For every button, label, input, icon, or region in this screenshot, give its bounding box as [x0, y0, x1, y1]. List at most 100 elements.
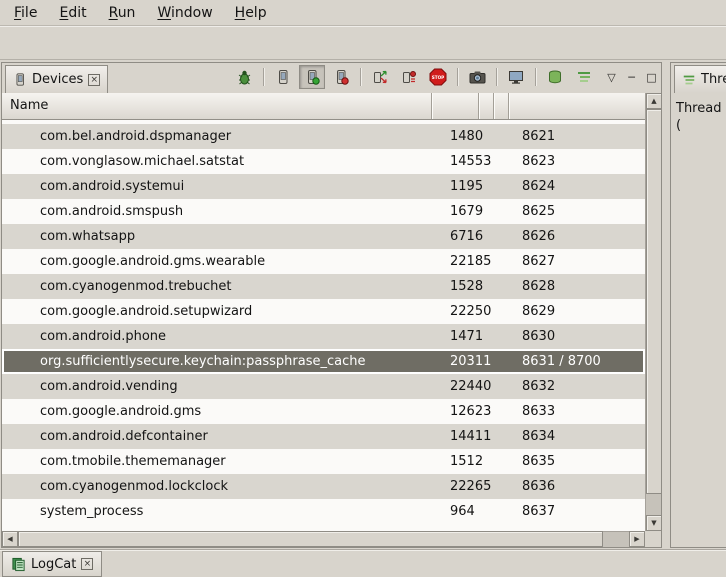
spacer-cell: [494, 124, 509, 149]
close-icon[interactable]: ×: [88, 74, 100, 86]
update-heap-icon[interactable]: [270, 65, 296, 89]
table-row[interactable]: com.android.defcontainer 14411 8634: [2, 424, 645, 449]
table-row[interactable]: com.google.android.gms.wearable 22185 86…: [2, 249, 645, 274]
table-row[interactable]: com.tmobile.thememanager 1512 8635: [2, 449, 645, 474]
horizontal-scrollbar-thumb[interactable]: [18, 531, 603, 547]
tab-devices[interactable]: Devices ×: [5, 65, 108, 93]
column-header-pid[interactable]: [432, 93, 479, 119]
threads-message-line1: Thread up: [676, 100, 726, 117]
scroll-left-icon[interactable]: ◀: [2, 531, 18, 547]
close-icon[interactable]: ×: [81, 558, 93, 570]
view-menu-icon[interactable]: ▽: [604, 71, 619, 84]
column-header[interactable]: [479, 93, 494, 119]
table-row[interactable]: com.google.android.setupwizard 22250 862…: [2, 299, 645, 324]
tab-threads[interactable]: Threa: [674, 65, 726, 93]
column-header-port[interactable]: [509, 93, 645, 119]
threads-icon: [682, 73, 696, 87]
process-name: com.vonglasow.michael.satstat: [2, 149, 432, 174]
dump-hprof-icon[interactable]: [299, 65, 325, 89]
process-name: com.android.vending: [2, 374, 432, 399]
menu-edit[interactable]: Edit: [49, 2, 96, 24]
maximize-icon[interactable]: □: [644, 71, 659, 84]
devices-tabbar: Devices × STOP ▽ ─ □: [2, 63, 661, 93]
process-pid: 14411: [432, 424, 494, 449]
process-pid: 12623: [432, 399, 494, 424]
column-header-name[interactable]: Name: [2, 93, 432, 119]
table-row[interactable]: com.vonglasow.michael.satstat 14553 8623: [2, 149, 645, 174]
view-controls: ▽ ─ □: [604, 71, 659, 84]
table-row[interactable]: com.cyanogenmod.lockclock 22265 8636: [2, 474, 645, 499]
table-row[interactable]: com.whatsapp 6716 8626: [2, 224, 645, 249]
threads-view: Threa Thread up (: [670, 62, 726, 548]
table-header: Name: [2, 93, 645, 120]
menu-file[interactable]: File: [4, 2, 47, 24]
spacer-cell: [494, 474, 509, 499]
process-pid: 6716: [432, 224, 494, 249]
table-row[interactable]: com.android.smspush 1679 8625: [2, 199, 645, 224]
process-port: 8627: [509, 249, 645, 274]
process-pid: 20311: [432, 349, 494, 374]
minimize-icon[interactable]: ─: [624, 71, 639, 84]
process-port: 8633: [509, 399, 645, 424]
threads-message: Thread up (: [671, 93, 726, 134]
process-pid: 1480: [432, 124, 494, 149]
table-row[interactable]: com.android.phone 1471 8630: [2, 324, 645, 349]
spacer-cell: [494, 199, 509, 224]
stop-process-icon[interactable]: STOP: [425, 65, 451, 89]
table-row[interactable]: com.google.android.gms 12623 8633: [2, 399, 645, 424]
toolbar-separator: [360, 68, 361, 86]
tab-threads-label: Threa: [701, 72, 726, 87]
capture-system-icon[interactable]: [503, 65, 529, 89]
tab-logcat[interactable]: LogCat ×: [2, 551, 102, 577]
thread-update-icon[interactable]: [571, 65, 597, 89]
process-pid: 1512: [432, 449, 494, 474]
method-profiling-icon[interactable]: [396, 65, 422, 89]
spacer-cell: [494, 449, 509, 474]
spacer-cell: [494, 274, 509, 299]
update-threads-icon[interactable]: [367, 65, 393, 89]
process-port: 8626: [509, 224, 645, 249]
device-table-body: com.bel.android.dspmanager 1480 8621 com…: [2, 120, 645, 531]
process-name: com.cyanogenmod.trebuchet: [2, 274, 432, 299]
process-port: 8630: [509, 324, 645, 349]
cause-gc-icon[interactable]: [328, 65, 354, 89]
heap-update-icon[interactable]: [542, 65, 568, 89]
screen-capture-icon[interactable]: [464, 65, 490, 89]
process-name: com.bel.android.dspmanager: [2, 124, 432, 149]
tab-devices-label: Devices: [32, 72, 83, 87]
column-header[interactable]: [494, 93, 509, 119]
table-row[interactable]: com.android.vending 22440 8632: [2, 374, 645, 399]
process-name: system_process: [2, 499, 432, 524]
scroll-down-icon[interactable]: ▼: [646, 515, 662, 531]
process-pid: 1679: [432, 199, 494, 224]
horizontal-scrollbar[interactable]: ◀ ▶: [2, 531, 645, 547]
process-pid: 22440: [432, 374, 494, 399]
table-row[interactable]: com.cyanogenmod.trebuchet 1528 8628: [2, 274, 645, 299]
table-row[interactable]: com.bel.android.dspmanager 1480 8621: [2, 124, 645, 149]
process-name: com.whatsapp: [2, 224, 432, 249]
toolbar-separator: [263, 68, 264, 86]
table-row[interactable]: system_process 964 8637: [2, 499, 645, 524]
table-row[interactable]: org.sufficientlysecure.keychain:passphra…: [2, 349, 645, 374]
scrollbar-corner: [645, 531, 661, 547]
spacer-cell: [494, 149, 509, 174]
vertical-scrollbar[interactable]: ▲ ▼: [645, 93, 661, 531]
process-port: 8634: [509, 424, 645, 449]
menu-help[interactable]: Help: [225, 2, 277, 24]
spacer-cell: [494, 299, 509, 324]
vertical-scrollbar-thumb[interactable]: [646, 109, 662, 494]
table-row[interactable]: com.android.systemui 1195 8624: [2, 174, 645, 199]
process-name: com.android.phone: [2, 324, 432, 349]
process-pid: 22185: [432, 249, 494, 274]
spacer-cell: [494, 374, 509, 399]
process-port: 8625: [509, 199, 645, 224]
logcat-icon: [11, 557, 26, 572]
toolbar-separator: [535, 68, 536, 86]
scroll-up-icon[interactable]: ▲: [646, 93, 662, 109]
menu-window[interactable]: Window: [147, 2, 222, 24]
menu-run[interactable]: Run: [99, 2, 146, 24]
spacer-cell: [494, 399, 509, 424]
scroll-right-icon[interactable]: ▶: [629, 531, 645, 547]
process-pid: 22265: [432, 474, 494, 499]
debug-process-icon[interactable]: [231, 65, 257, 89]
